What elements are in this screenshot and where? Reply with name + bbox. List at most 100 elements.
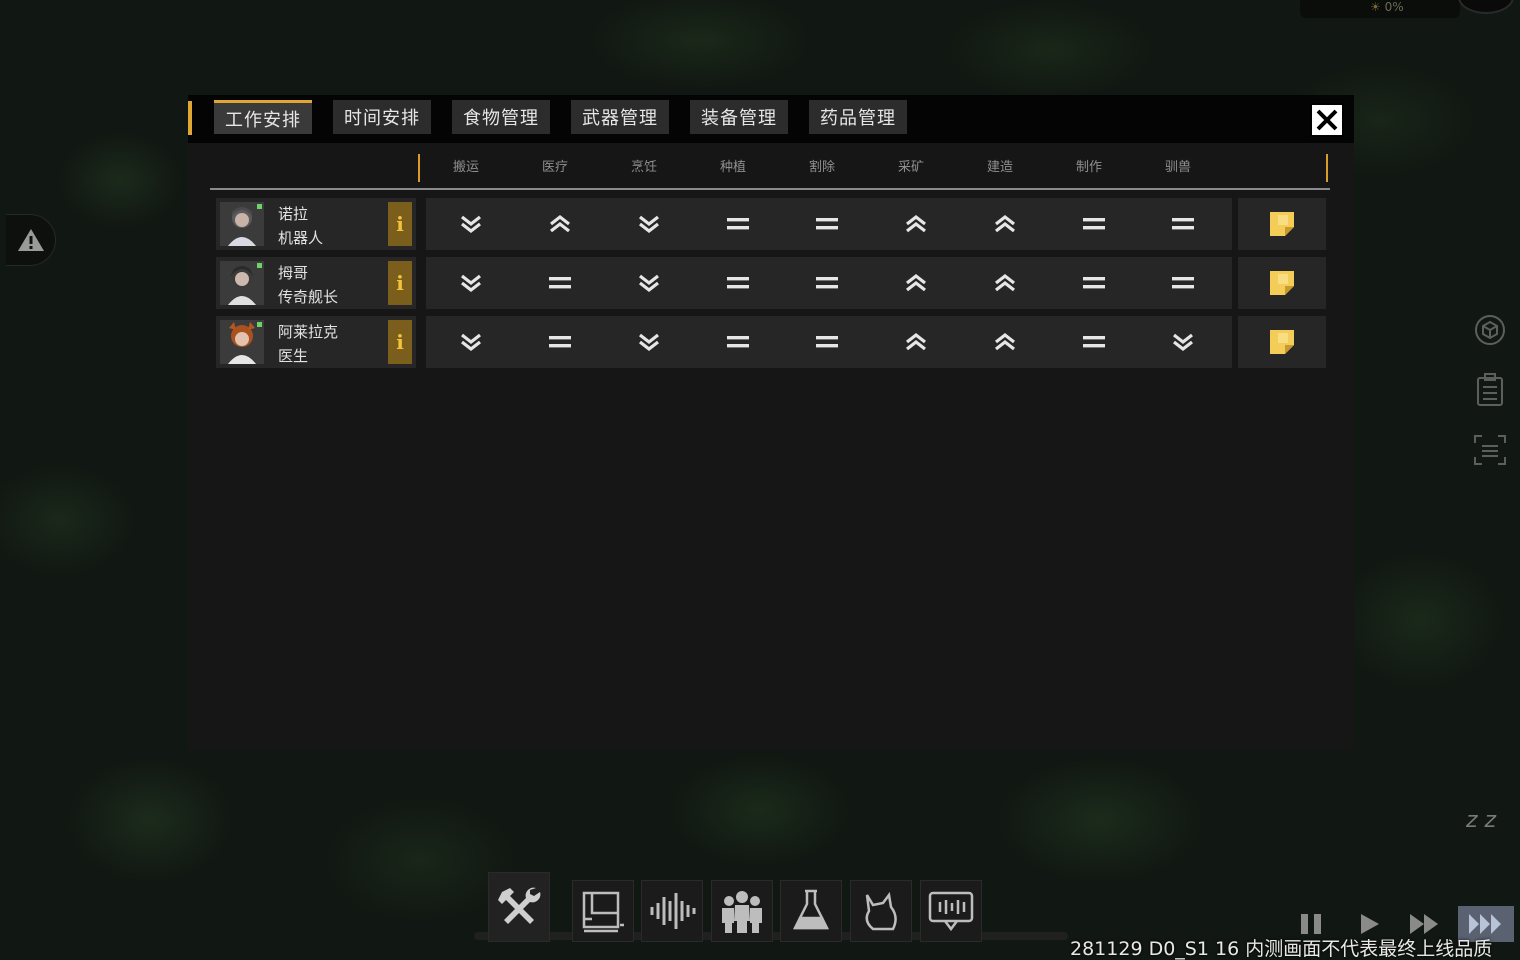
chevron-down-double-icon: [1172, 333, 1193, 352]
priority-cell-种植[interactable]: [693, 257, 782, 309]
chevron-down-double-icon: [460, 333, 481, 352]
soundwave-icon: [650, 893, 696, 929]
priority-cell-医疗[interactable]: [515, 198, 604, 250]
priority-cell-搬运[interactable]: [426, 316, 515, 368]
animals-tool-button[interactable]: [850, 880, 912, 942]
chevron-up-double-icon: [994, 273, 1015, 292]
priority-cell-医疗[interactable]: [515, 257, 604, 309]
priority-cell-烹饪[interactable]: [604, 316, 693, 368]
tab-weapons[interactable]: 武器管理: [571, 100, 669, 134]
colonist-name: 诺拉: [278, 205, 309, 223]
priority-cell-驯兽[interactable]: [1138, 198, 1227, 250]
note-button[interactable]: [1238, 316, 1326, 368]
info-button[interactable]: i: [388, 202, 412, 246]
blueprint-tool-button[interactable]: [572, 880, 634, 942]
priority-cell-烹饪[interactable]: [604, 257, 693, 309]
priority-cell-制作[interactable]: [1049, 198, 1138, 250]
priority-cell-建造[interactable]: [960, 198, 1049, 250]
column-cooking[interactable]: 烹饪: [614, 156, 674, 175]
column-building[interactable]: 建造: [970, 156, 1030, 175]
priority-cell-制作[interactable]: [1049, 257, 1138, 309]
priority-cell-烹饪[interactable]: [604, 198, 693, 250]
tab-bar: 工作安排 时间安排 食物管理 武器管理 装备管理 药品管理: [188, 95, 1354, 143]
hammer-wrench-icon: [498, 887, 541, 924]
column-planting[interactable]: 种植: [703, 156, 763, 175]
priority-cell-种植[interactable]: [693, 316, 782, 368]
focus-frame-icon: [1474, 435, 1506, 465]
people-icon: [722, 891, 762, 933]
chevron-up-double-icon: [549, 214, 570, 233]
soundwave-tool-button[interactable]: [641, 880, 703, 942]
priority-cell-采矿[interactable]: [871, 198, 960, 250]
column-mining[interactable]: 采矿: [881, 156, 941, 175]
colonist-info: 阿莱拉克 医生 i: [216, 316, 416, 368]
colonist-row: 拇哥 传奇舰长 i: [216, 257, 1326, 309]
tab-schedule[interactable]: 时间安排: [333, 100, 431, 134]
avatar[interactable]: [220, 320, 264, 364]
priority-cell-割除[interactable]: [782, 316, 871, 368]
colonists-tool-button[interactable]: [711, 880, 773, 942]
column-header: 搬运 医疗 烹饪 种植 割除 采矿 建造 制作 驯兽: [210, 150, 1330, 190]
tab-medicine[interactable]: 药品管理: [809, 100, 907, 134]
column-crafting[interactable]: 制作: [1059, 156, 1119, 175]
minimap-button[interactable]: [1458, 0, 1514, 14]
priority-cell-驯兽[interactable]: [1138, 316, 1227, 368]
priority-cell-割除[interactable]: [782, 198, 871, 250]
priority-cell-建造[interactable]: [960, 257, 1049, 309]
focus-button[interactable]: [1470, 430, 1510, 470]
priority-cell-搬运[interactable]: [426, 198, 515, 250]
sticky-note-icon: [1270, 330, 1294, 354]
colonist-row: 诺拉 机器人 i: [216, 198, 1326, 250]
header-divider-right: [1326, 154, 1328, 182]
colonist-role: 医生: [278, 347, 309, 365]
tab-food[interactable]: 食物管理: [452, 100, 550, 134]
alert-button[interactable]: [6, 214, 56, 266]
info-button[interactable]: i: [388, 320, 412, 364]
tab-work[interactable]: 工作安排: [214, 100, 312, 134]
avatar[interactable]: [220, 261, 264, 305]
priority-cell-制作[interactable]: [1049, 316, 1138, 368]
priority-cell-种植[interactable]: [693, 198, 782, 250]
priority-cell-割除[interactable]: [782, 257, 871, 309]
equals-icon: [815, 336, 838, 348]
cube-rotate-button[interactable]: [1470, 310, 1510, 350]
note-button[interactable]: [1238, 257, 1326, 309]
equals-icon: [1171, 218, 1194, 230]
equals-icon: [548, 336, 571, 348]
sleep-icon: z z: [1466, 808, 1497, 833]
chevron-down-double-icon: [638, 333, 659, 352]
priority-cell-医疗[interactable]: [515, 316, 604, 368]
sun-icon: ☀: [1370, 0, 1385, 14]
build-tool-button[interactable]: [488, 872, 550, 942]
priority-cell-搬运[interactable]: [426, 257, 515, 309]
bottom-toolbar: [486, 872, 986, 942]
priority-cell-采矿[interactable]: [871, 257, 960, 309]
clipboard-button[interactable]: [1470, 370, 1510, 410]
tab-equipment[interactable]: 装备管理: [690, 100, 788, 134]
column-medical[interactable]: 医疗: [525, 156, 585, 175]
colonist-info: 拇哥 传奇舰长 i: [216, 257, 416, 309]
priority-cells: [426, 257, 1232, 309]
column-taming[interactable]: 驯兽: [1148, 156, 1208, 175]
info-button[interactable]: i: [388, 261, 412, 305]
chevron-up-double-icon: [994, 332, 1015, 351]
colonist-info: 诺拉 机器人 i: [216, 198, 416, 250]
column-hauling[interactable]: 搬运: [436, 156, 496, 175]
priority-cell-驯兽[interactable]: [1138, 257, 1227, 309]
note-button[interactable]: [1238, 198, 1326, 250]
priority-cell-建造[interactable]: [960, 316, 1049, 368]
column-cutting[interactable]: 割除: [792, 156, 852, 175]
equals-icon: [1082, 336, 1105, 348]
research-tool-button[interactable]: [780, 880, 842, 942]
blueprint-icon: [582, 891, 624, 933]
sticky-note-icon: [1270, 212, 1294, 236]
fast-forward-icon: [1410, 914, 1438, 934]
avatar[interactable]: [220, 202, 264, 246]
flask-icon: [792, 889, 830, 930]
colonist-name: 拇哥: [278, 264, 309, 282]
priority-cell-采矿[interactable]: [871, 316, 960, 368]
warning-icon: [17, 229, 44, 251]
chat-tool-button[interactable]: [920, 880, 982, 942]
equals-icon: [726, 277, 749, 289]
close-button[interactable]: [1310, 103, 1344, 137]
